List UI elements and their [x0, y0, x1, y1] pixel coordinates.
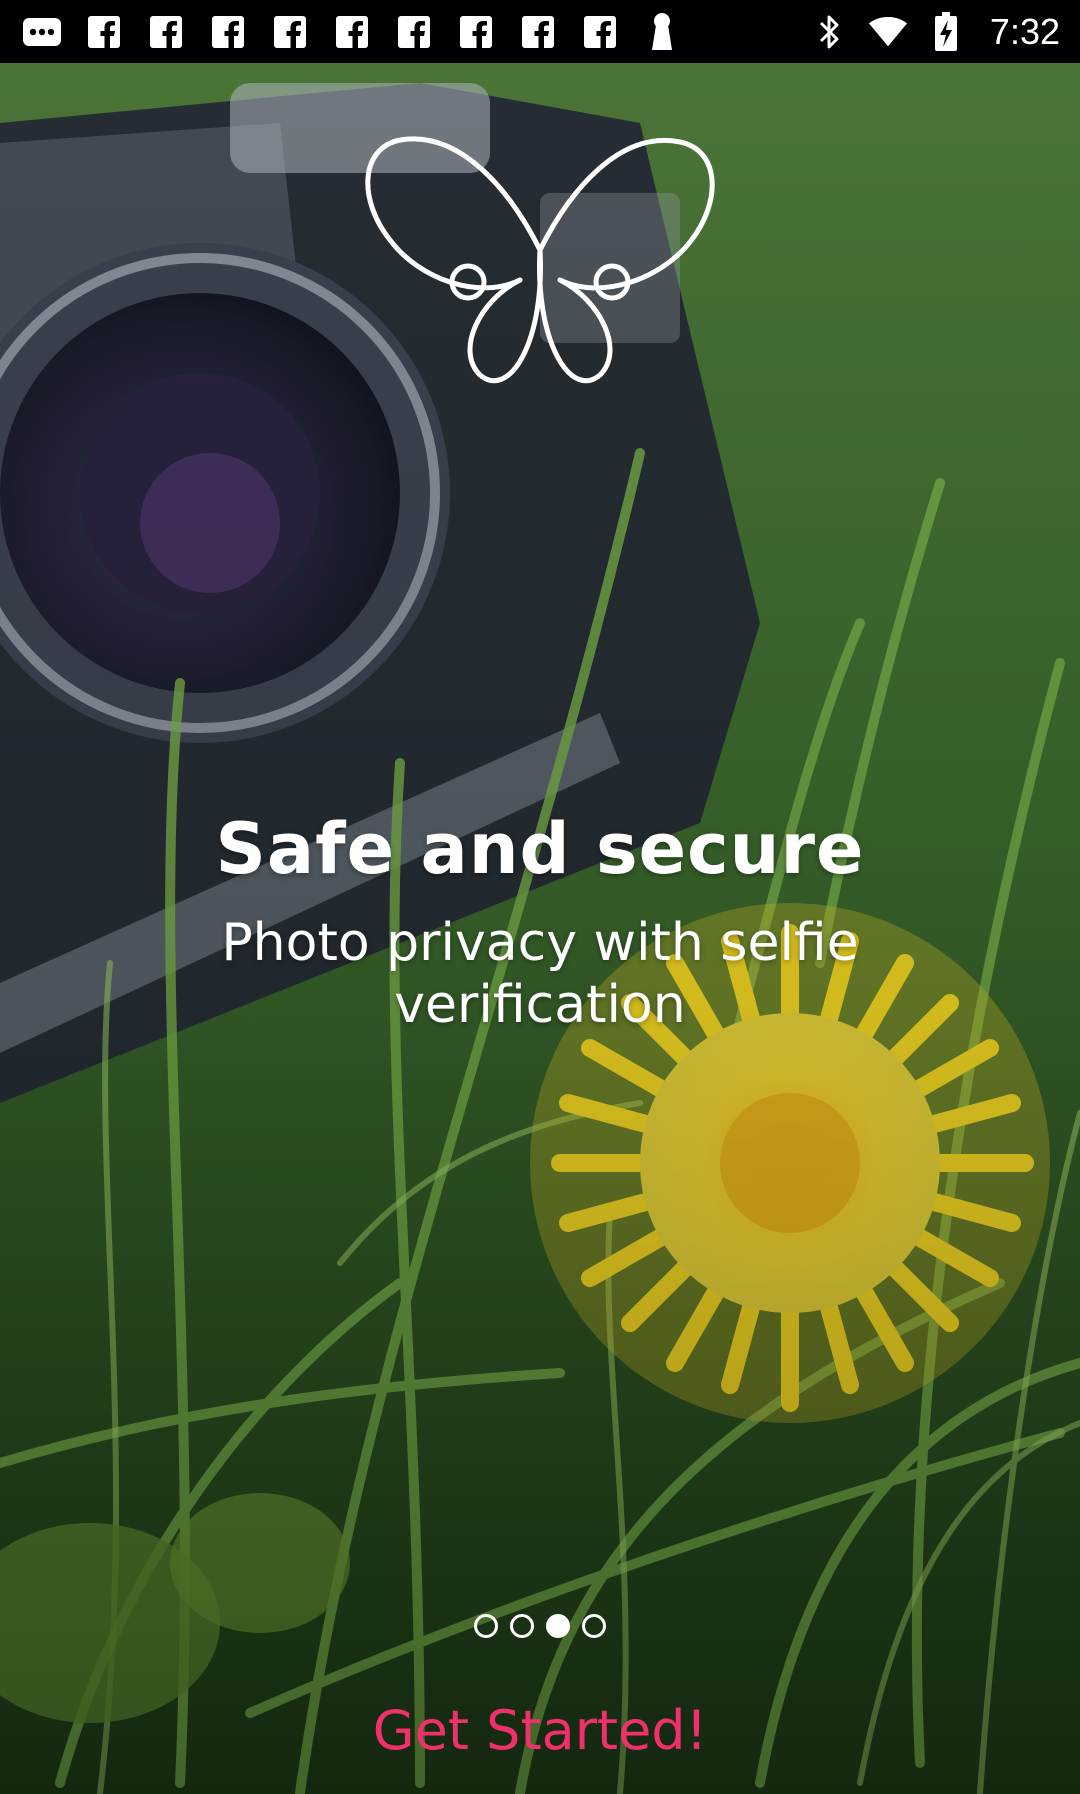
facebook-icon: [146, 12, 186, 52]
facebook-icon: [84, 12, 124, 52]
battery-charging-icon: [926, 12, 966, 52]
facebook-icon: [208, 12, 248, 52]
keyhole-icon: [642, 12, 682, 52]
notification-icons: [22, 12, 704, 52]
facebook-icon: [394, 12, 434, 52]
onboarding-screen: 7:32 Safe and secure Photo privacy with …: [0, 0, 1080, 1794]
wifi-icon: [868, 12, 908, 52]
page-dot-1[interactable]: [474, 1614, 498, 1638]
page-subtitle: Photo privacy with selfie verification: [221, 913, 859, 1035]
bluetooth-icon: [810, 12, 850, 52]
facebook-icon: [332, 12, 372, 52]
page-indicator: [0, 1610, 1080, 1642]
facebook-icon: [456, 12, 496, 52]
page-dot-4[interactable]: [582, 1614, 606, 1638]
status-bar: 7:32: [0, 0, 1080, 63]
clock: 7:32: [989, 11, 1060, 52]
facebook-icon: [270, 12, 310, 52]
page-title: Safe and secure: [215, 808, 865, 890]
system-status-icons: 7:32: [810, 10, 1060, 54]
page-dot-2[interactable]: [510, 1614, 534, 1638]
notification-more-icon: [22, 12, 62, 52]
facebook-icon: [518, 12, 558, 52]
facebook-icon: [580, 12, 620, 52]
get-started-button[interactable]: Get Started!: [300, 1690, 780, 1770]
butterfly-logo-icon: [365, 136, 715, 384]
page-dot-3-active[interactable]: [546, 1614, 570, 1638]
